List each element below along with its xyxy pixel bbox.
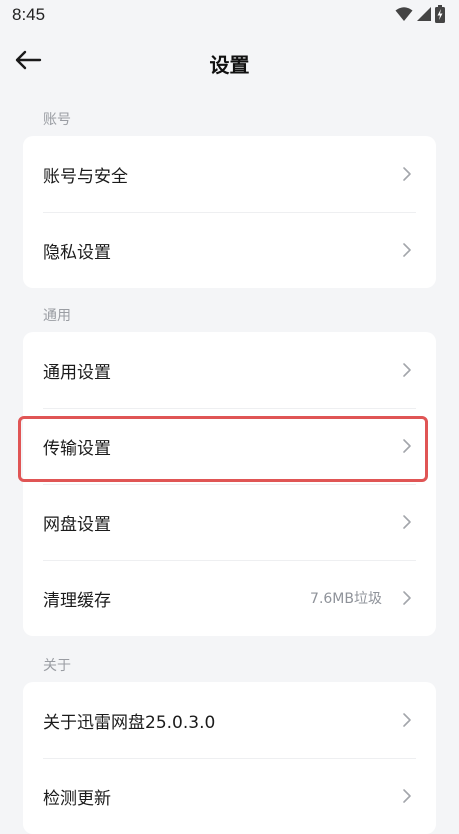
settings-item-label: 账号与安全	[43, 166, 128, 187]
settings-item-label: 通用设置	[43, 362, 111, 383]
wifi-icon	[395, 6, 413, 26]
top-app-bar: 设置	[0, 32, 459, 92]
about-card: 关于迅雷网盘25.0.3.0 检测更新	[23, 682, 436, 834]
section-label-account: 账号	[43, 112, 71, 128]
section-label-general: 通用	[43, 308, 71, 324]
settings-item-clear-cache[interactable]: 清理缓存 7.6MB垃圾	[23, 560, 436, 636]
general-card: 通用设置 传输设置 网盘设置 清理缓存 7.6MB垃圾	[23, 332, 436, 636]
cache-size-value: 7.6MB垃圾	[310, 591, 382, 607]
chevron-right-icon	[400, 513, 414, 531]
settings-item-label: 网盘设置	[43, 514, 111, 535]
page-title: 设置	[209, 53, 250, 77]
settings-item-label: 关于迅雷网盘25.0.3.0	[43, 712, 216, 733]
chevron-right-icon	[400, 787, 414, 805]
settings-item-label: 传输设置	[43, 438, 111, 459]
settings-item-general[interactable]: 通用设置	[23, 332, 436, 408]
status-icons	[395, 5, 445, 27]
chevron-right-icon	[400, 589, 414, 607]
account-card: 账号与安全 隐私设置	[23, 136, 436, 288]
settings-item-account-security[interactable]: 账号与安全	[23, 136, 436, 212]
status-bar: 8:45	[0, 0, 459, 32]
settings-item-transfer[interactable]: 传输设置	[23, 408, 436, 484]
chevron-right-icon	[400, 361, 414, 379]
status-time: 8:45	[12, 5, 46, 24]
battery-charging-icon	[435, 5, 445, 27]
settings-item-label: 检测更新	[43, 788, 111, 809]
chevron-right-icon	[400, 165, 414, 183]
chevron-right-icon	[400, 437, 414, 455]
chevron-right-icon	[400, 241, 414, 259]
settings-item-label: 清理缓存	[43, 590, 111, 611]
settings-item-about[interactable]: 关于迅雷网盘25.0.3.0	[23, 682, 436, 758]
chevron-right-icon	[400, 711, 414, 729]
settings-item-check-update[interactable]: 检测更新	[23, 758, 436, 834]
cellular-signal-icon	[416, 6, 432, 26]
settings-item-label: 隐私设置	[43, 242, 111, 263]
settings-item-cloud-drive[interactable]: 网盘设置	[23, 484, 436, 560]
section-label-about: 关于	[43, 658, 71, 674]
settings-item-privacy[interactable]: 隐私设置	[23, 212, 436, 288]
